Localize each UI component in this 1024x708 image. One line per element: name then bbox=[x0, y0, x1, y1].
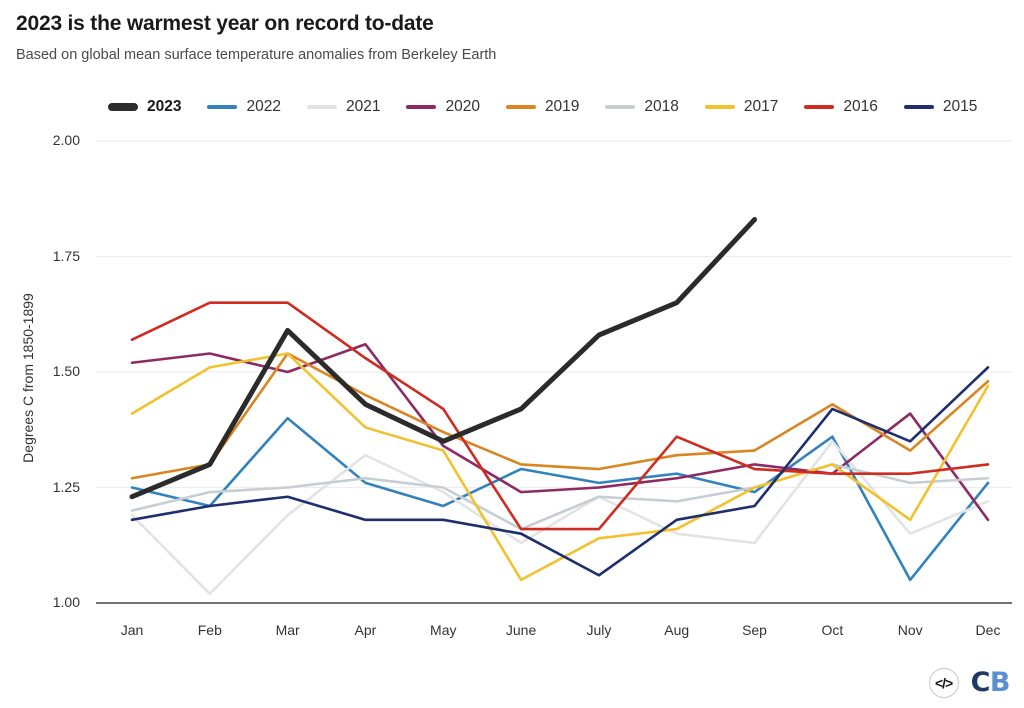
x-tick-label-Dec: Dec bbox=[975, 622, 1001, 638]
y-tick-label-1.75: 1.75 bbox=[52, 247, 80, 264]
x-tick-label-Jan: Jan bbox=[120, 622, 144, 638]
series-line-2016[interactable] bbox=[130, 301, 990, 531]
x-tick-label-Feb: Feb bbox=[197, 622, 222, 638]
y-axis-title: Degrees C from 1850-1899 bbox=[20, 293, 36, 463]
y-tick-label-1.25: 1.25 bbox=[52, 478, 80, 495]
carbon-brief-logo: CB bbox=[970, 667, 1011, 698]
series-line-2021[interactable] bbox=[130, 440, 990, 596]
code-embed-icon[interactable]: </> bbox=[928, 667, 959, 698]
x-tick-label-July: July bbox=[586, 622, 612, 638]
x-tick-label-Mar: Mar bbox=[275, 622, 300, 638]
chart-page: 2023 is the warmest year on record to-da… bbox=[0, 0, 1024, 708]
y-tick-label-2.00: 2.00 bbox=[52, 132, 80, 148]
x-tick-label-May: May bbox=[430, 622, 457, 638]
logo-letter-b: B bbox=[989, 667, 1011, 698]
logo-letter-c: C bbox=[970, 667, 991, 698]
y-tick-label-1.00: 1.00 bbox=[52, 594, 80, 610]
x-tick-label-Apr: Apr bbox=[354, 622, 377, 638]
gridlines bbox=[96, 140, 1012, 604]
footer-logo: </> CB bbox=[928, 667, 1011, 698]
x-tick-label-June: June bbox=[505, 622, 537, 638]
series-lines bbox=[129, 217, 990, 596]
line-chart-plot bbox=[96, 140, 1012, 604]
x-tick-label-Sep: Sep bbox=[742, 622, 767, 638]
x-tick-label-Nov: Nov bbox=[897, 622, 923, 638]
x-tick-label-Aug: Aug bbox=[664, 622, 690, 638]
x-tick-label-Oct: Oct bbox=[821, 622, 844, 638]
